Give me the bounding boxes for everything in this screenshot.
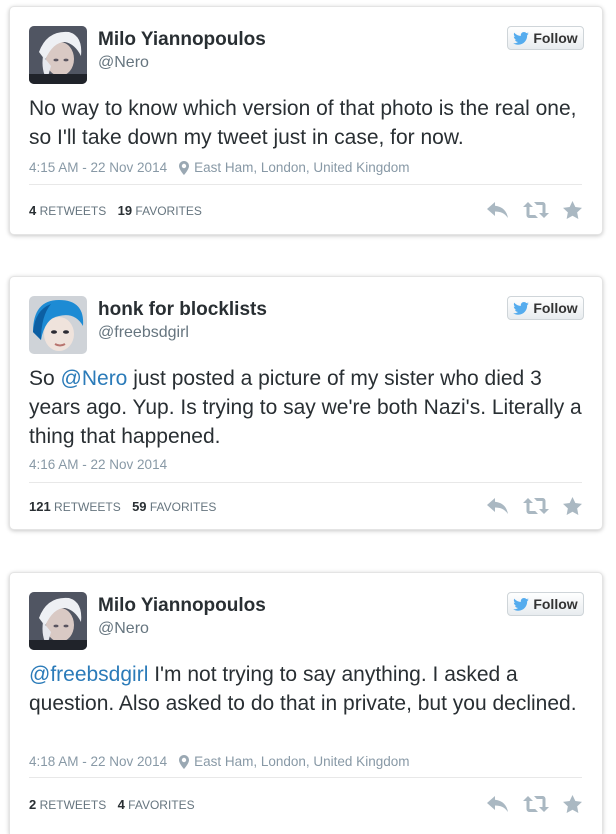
tweet-card: Milo Yiannopoulos @Nero Follow No way to… bbox=[9, 6, 603, 235]
tweet-meta: 4:18 AM - 22 Nov 2014 East Ham, London, … bbox=[29, 754, 409, 769]
follow-button[interactable]: Follow bbox=[507, 26, 584, 50]
tweet-text: No way to know which version of that pho… bbox=[29, 94, 582, 152]
tweet-location[interactable]: East Ham, London, United Kingdom bbox=[194, 160, 409, 175]
tweet-actions bbox=[487, 795, 582, 813]
tweet-actions bbox=[487, 497, 582, 515]
favorite-count[interactable]: 59 bbox=[132, 499, 146, 514]
tweet-actions bbox=[487, 201, 582, 219]
favorite-count[interactable]: 19 bbox=[118, 203, 132, 218]
avatar[interactable] bbox=[29, 296, 87, 354]
divider bbox=[29, 482, 582, 483]
follow-button[interactable]: Follow bbox=[507, 296, 584, 320]
tweet-stats: 121 RETWEETS 59 FAVORITES bbox=[29, 499, 216, 514]
mention-link[interactable]: @Nero bbox=[61, 367, 128, 390]
tweet-timestamp[interactable]: 4:18 AM - 22 Nov 2014 bbox=[29, 754, 167, 769]
tweet-card: honk for blocklists @freebsdgirl Follow … bbox=[9, 276, 603, 530]
tweet-stats: 2 RETWEETS 4 FAVORITES bbox=[29, 797, 195, 812]
reply-icon[interactable] bbox=[487, 202, 509, 218]
retweet-icon[interactable] bbox=[523, 202, 549, 218]
avatar[interactable] bbox=[29, 26, 87, 84]
tweet-stats: 4 RETWEETS 19 FAVORITES bbox=[29, 203, 202, 218]
author-name[interactable]: Milo Yiannopoulos bbox=[98, 595, 266, 617]
follow-label: Follow bbox=[533, 30, 578, 46]
star-icon[interactable] bbox=[563, 795, 582, 813]
star-icon[interactable] bbox=[563, 497, 582, 515]
author-handle[interactable]: @freebsdgirl bbox=[98, 324, 189, 342]
author-handle[interactable]: @Nero bbox=[98, 620, 149, 638]
reply-icon[interactable] bbox=[487, 498, 509, 514]
retweet-count[interactable]: 121 bbox=[29, 499, 51, 514]
favorite-count[interactable]: 4 bbox=[118, 797, 125, 812]
tweet-timestamp[interactable]: 4:15 AM - 22 Nov 2014 bbox=[29, 160, 167, 175]
tweet-timestamp[interactable]: 4:16 AM - 22 Nov 2014 bbox=[29, 457, 167, 472]
follow-button[interactable]: Follow bbox=[507, 592, 584, 616]
tweet-text-before: So bbox=[29, 367, 61, 390]
retweets-label: RETWEETS bbox=[39, 204, 107, 218]
avatar[interactable] bbox=[29, 592, 87, 650]
divider bbox=[29, 184, 582, 185]
retweets-label: RETWEETS bbox=[39, 798, 107, 812]
twitter-bird-icon bbox=[513, 301, 530, 315]
tweet-text: @freebsdgirl I'm not trying to say anyth… bbox=[29, 660, 582, 718]
tweet-meta: 4:16 AM - 22 Nov 2014 bbox=[29, 457, 167, 472]
author-name[interactable]: honk for blocklists bbox=[98, 299, 267, 321]
reply-icon[interactable] bbox=[487, 796, 509, 812]
retweet-icon[interactable] bbox=[523, 498, 549, 514]
tweet-card: Milo Yiannopoulos @Nero Follow @freebsdg… bbox=[9, 572, 603, 834]
favorites-label: FAVORITES bbox=[128, 798, 195, 812]
twitter-bird-icon bbox=[513, 31, 530, 45]
tweet-text-body: No way to know which version of that pho… bbox=[29, 97, 577, 149]
follow-label: Follow bbox=[533, 300, 578, 316]
map-pin-icon bbox=[179, 754, 190, 769]
star-icon[interactable] bbox=[563, 201, 582, 219]
author-handle[interactable]: @Nero bbox=[98, 54, 149, 72]
twitter-bird-icon bbox=[513, 597, 530, 611]
retweet-count[interactable]: 4 bbox=[29, 203, 36, 218]
follow-label: Follow bbox=[533, 596, 578, 612]
favorites-label: FAVORITES bbox=[135, 204, 202, 218]
divider bbox=[29, 777, 582, 778]
tweet-location[interactable]: East Ham, London, United Kingdom bbox=[194, 754, 409, 769]
tweet-meta: 4:15 AM - 22 Nov 2014 East Ham, London, … bbox=[29, 160, 409, 175]
retweets-label: RETWEETS bbox=[54, 500, 121, 514]
retweet-icon[interactable] bbox=[523, 796, 549, 812]
map-pin-icon bbox=[179, 160, 190, 175]
author-name[interactable]: Milo Yiannopoulos bbox=[98, 29, 266, 51]
mention-link[interactable]: @freebsdgirl bbox=[29, 663, 148, 686]
tweet-text: So @Nero just posted a picture of my sis… bbox=[29, 364, 582, 451]
favorites-label: FAVORITES bbox=[149, 500, 217, 514]
retweet-count[interactable]: 2 bbox=[29, 797, 36, 812]
